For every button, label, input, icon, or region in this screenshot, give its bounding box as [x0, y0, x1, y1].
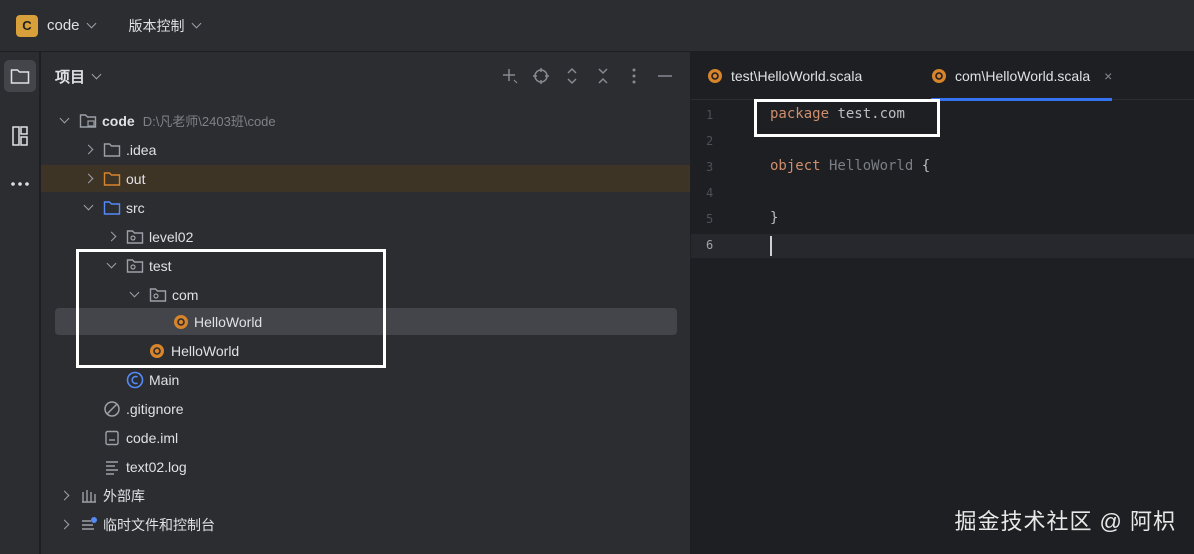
chevron-down-icon[interactable]	[59, 116, 69, 126]
tree-item-code-iml[interactable]: code.iml	[41, 424, 690, 451]
vcs-label: 版本控制	[128, 17, 185, 34]
tree-item-idea[interactable]: .idea	[41, 136, 690, 163]
project-tool-button[interactable]	[4, 60, 36, 92]
tree-item-code[interactable]: code D:\凡老师\2403班\code	[41, 107, 690, 134]
current-line-highlight	[691, 234, 1194, 258]
brace: {	[913, 158, 931, 174]
chevron-down-icon	[191, 18, 201, 29]
chevron-down-icon[interactable]	[86, 18, 96, 29]
java-class-icon	[126, 371, 144, 388]
scala-object-icon	[708, 69, 722, 83]
project-name[interactable]: code	[47, 17, 80, 34]
project-view-selector[interactable]: 项目	[55, 66, 102, 87]
chevron-right-icon[interactable]	[59, 491, 69, 501]
module-folder-icon	[79, 113, 97, 129]
chevron-right-icon[interactable]	[59, 520, 69, 530]
chevron-right-icon[interactable]	[106, 232, 116, 242]
tree-label: .gitignore	[126, 400, 184, 417]
tree-label: text02.log	[126, 458, 187, 475]
title-bar: C code 版本控制	[0, 0, 1194, 52]
structure-icon	[12, 126, 28, 146]
ignore-file-icon	[103, 400, 121, 417]
close-icon[interactable]: ×	[1104, 68, 1112, 84]
tree-item-src[interactable]: src	[41, 194, 690, 221]
annotation-box	[76, 249, 386, 368]
new-file-icon[interactable]	[500, 66, 519, 85]
locate-icon[interactable]	[531, 66, 550, 85]
package-icon	[126, 229, 144, 245]
library-icon	[80, 488, 98, 504]
chevron-right-icon[interactable]	[83, 145, 93, 155]
tree-label: src	[126, 199, 145, 216]
tab-label: com\HelloWorld.scala	[955, 68, 1091, 84]
more-icon	[11, 182, 29, 186]
tree-label: out	[126, 170, 146, 187]
tab-label: test\HelloWorld.scala	[731, 68, 863, 84]
keyword: object	[770, 158, 821, 174]
tree-label: code.iml	[126, 429, 179, 446]
chevron-down-icon	[91, 69, 102, 79]
line-number: 4	[706, 186, 714, 200]
editor-tabs: test\HelloWorld.scala com\HelloWorld.sca…	[691, 52, 1194, 101]
options-icon[interactable]	[624, 66, 643, 85]
tree-label: level02	[149, 228, 194, 245]
project-path: D:\凡老师\2403班\code	[142, 114, 276, 129]
vcs-menu[interactable]: 版本控制	[128, 16, 201, 36]
hide-icon[interactable]	[655, 66, 674, 85]
watermark: 掘金技术社区 @ 阿枳	[954, 509, 1176, 534]
tree-item-level02[interactable]: level02	[41, 223, 690, 250]
brace: }	[770, 210, 779, 226]
scala-object-icon	[932, 69, 946, 83]
object-name: HelloWorld	[820, 158, 914, 174]
tree-item-gitignore[interactable]: .gitignore	[41, 395, 690, 422]
more-tools-button[interactable]	[4, 168, 36, 200]
tree-label: .idea	[126, 141, 157, 158]
code-line-5[interactable]: }	[770, 210, 778, 226]
tab-com-helloworld[interactable]: com\HelloWorld.scala ×	[931, 52, 1113, 101]
scratch-icon	[80, 516, 98, 533]
expand-all-icon[interactable]	[562, 66, 581, 85]
tab-test-helloworld[interactable]: test\HelloWorld.scala	[707, 52, 862, 100]
collapse-all-icon[interactable]	[593, 66, 612, 85]
iml-file-icon	[103, 430, 121, 446]
folder-icon	[103, 142, 121, 158]
line-number: 6	[706, 238, 714, 252]
tree-item-scratches[interactable]: 临时文件和控制台	[41, 511, 690, 538]
tree-label: Main	[149, 371, 180, 388]
line-number: 5	[706, 212, 714, 226]
structure-tool-button[interactable]	[4, 120, 36, 152]
panel-title: 项目	[55, 68, 86, 86]
project-badge[interactable]: C	[16, 14, 38, 37]
text-file-icon	[103, 459, 121, 475]
folder-icon	[10, 69, 30, 84]
tree-label: 临时文件和控制台	[103, 516, 215, 533]
line-number: 3	[706, 160, 714, 174]
tree-label: code	[102, 113, 135, 129]
line-gutter: 1 2 3 4 5 6	[691, 100, 766, 554]
annotation-box	[754, 99, 940, 137]
source-folder-icon	[103, 200, 121, 216]
tree-item-main[interactable]: Main	[41, 366, 690, 393]
project-panel-header: 项目	[41, 52, 690, 100]
tool-window-strip	[0, 52, 40, 554]
text-caret	[770, 236, 772, 256]
chevron-down-icon[interactable]	[83, 203, 93, 213]
code-line-3[interactable]: object HelloWorld {	[770, 158, 930, 174]
line-number: 1	[706, 108, 714, 122]
tree-label: 外部库	[103, 487, 145, 504]
folder-orange-icon	[103, 171, 121, 187]
tree-item-out[interactable]: out	[41, 165, 690, 192]
tree-item-external-libraries[interactable]: 外部库	[41, 482, 690, 509]
line-number: 2	[706, 134, 714, 148]
chevron-right-icon[interactable]	[83, 174, 93, 184]
tree-item-text02-log[interactable]: text02.log	[41, 453, 690, 480]
